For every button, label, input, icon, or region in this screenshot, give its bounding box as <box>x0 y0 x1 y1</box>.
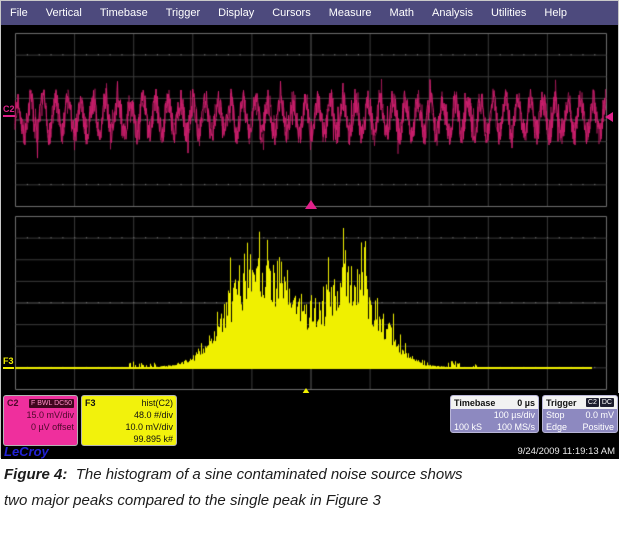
menu-help[interactable]: Help <box>535 7 576 19</box>
menu-display[interactable]: Display <box>209 7 263 19</box>
trigger-time-marker-icon[interactable] <box>305 200 317 209</box>
c2-level-marker-icon[interactable] <box>605 112 613 122</box>
menu-math[interactable]: Math <box>381 7 423 19</box>
menu-cursors[interactable]: Cursors <box>263 7 320 19</box>
f3-function: hist(C2) <box>141 397 173 409</box>
f3-count-scale: 48.0 #/div <box>85 409 173 421</box>
menu-analysis[interactable]: Analysis <box>423 7 482 19</box>
f3-descriptor-box[interactable]: F3 hist(C2) 48.0 #/div 10.0 mV/div 99.89… <box>81 395 177 446</box>
timebase-scale: 100 µs/div <box>494 409 535 421</box>
menu-trigger[interactable]: Trigger <box>157 7 209 19</box>
timebase-samplerate: 100 MS/s <box>497 421 535 433</box>
channel-c2-trace-label: C2 <box>3 104 15 117</box>
menu-vertical[interactable]: Vertical <box>37 7 91 19</box>
c2-offset: 0 µV offset <box>7 421 74 433</box>
timebase-title: Timebase <box>454 397 495 409</box>
c2-vertical-scale: 15.0 mV/div <box>7 409 74 421</box>
f3-population: 99.895 k# <box>85 433 173 445</box>
trigger-slope: Positive <box>582 421 614 433</box>
menu-measure[interactable]: Measure <box>320 7 381 19</box>
trigger-level: 0.0 mV <box>585 409 614 421</box>
status-bar: C2 F BWL DC50 15.0 mV/div 0 µV offset F3… <box>1 393 619 459</box>
c2-descriptor-title: C2 <box>7 397 19 409</box>
oscilloscope-screen: File Vertical Timebase Trigger Display C… <box>0 0 619 458</box>
datetime-stamp: 9/24/2009 11:19:13 AM <box>517 446 615 457</box>
figure-caption-text: The histogram of a sine contaminated noi… <box>4 466 463 509</box>
trigger-source-badge: C2 <box>586 398 599 407</box>
c2-coupling-badge: F BWL DC50 <box>29 399 74 408</box>
trigger-title: Trigger <box>546 397 577 409</box>
timebase-delay: 0 µs <box>517 397 535 409</box>
timebase-box[interactable]: Timebase 0 µs 100 µs/div 100 kS 100 MS/s <box>450 395 539 433</box>
screenshot-root: File Vertical Timebase Trigger Display C… <box>0 0 619 544</box>
menu-bar: File Vertical Timebase Trigger Display C… <box>1 1 618 25</box>
f3-horizontal-scale: 10.0 mV/div <box>85 421 173 433</box>
trigger-coupling-badge: DC <box>600 398 614 407</box>
waveform-grid-canvas <box>1 26 619 393</box>
c2-descriptor-box[interactable]: C2 F BWL DC50 15.0 mV/div 0 µV offset <box>3 395 78 446</box>
menu-file[interactable]: File <box>1 7 37 19</box>
figure-caption-label: Figure 4: <box>4 466 67 483</box>
trigger-type: Edge <box>546 421 567 433</box>
trigger-mode: Stop <box>546 409 565 421</box>
timebase-samples: 100 kS <box>454 421 482 433</box>
f3-descriptor-title: F3 <box>85 397 96 409</box>
lecroy-logo: LeCroy <box>4 444 49 459</box>
menu-timebase[interactable]: Timebase <box>91 7 157 19</box>
function-f3-trace-label: F3 <box>3 356 14 369</box>
trigger-box[interactable]: Trigger C2 DC Stop 0.0 mV Edge Positive <box>542 395 618 433</box>
figure-caption: Figure 4: The histogram of a sine contam… <box>4 462 490 515</box>
menu-utilities[interactable]: Utilities <box>482 7 535 19</box>
